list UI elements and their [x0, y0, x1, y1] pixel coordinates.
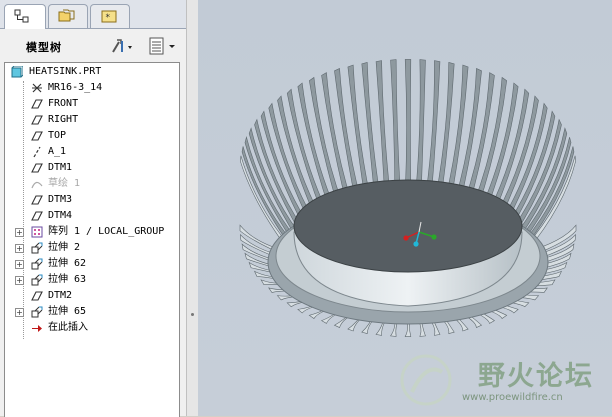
tree-item-label: 拉伸 63: [48, 274, 87, 285]
tree-item[interactable]: + 拉伸 62: [5, 256, 179, 272]
watermark-logo: [400, 354, 452, 406]
sash-grip-icon[interactable]: [191, 313, 194, 316]
datum-plane-icon: [31, 195, 43, 205]
tree-item[interactable]: DTM3: [5, 192, 179, 208]
tree-item[interactable]: MR16-3_14: [5, 80, 179, 96]
datum-plane-icon: [31, 163, 43, 173]
expand-toggle-icon[interactable]: +: [15, 276, 24, 285]
tree-item-label: 拉伸 62: [48, 258, 87, 269]
navigator-tabstrip: *: [0, 0, 186, 29]
extrude-icon: [31, 258, 43, 270]
tree-item[interactable]: DTM2: [5, 288, 179, 304]
fin: [425, 60, 441, 197]
datum-axis-icon: [33, 146, 41, 158]
list-settings-icon: [149, 37, 175, 55]
tree-item-label: FRONT: [48, 98, 79, 109]
watermark-title: 野火论坛: [478, 361, 594, 392]
datum-plane-icon: [31, 115, 43, 125]
favorites-tab[interactable]: *: [90, 4, 130, 28]
tree-root-label: HEATSINK.PRT: [29, 66, 102, 77]
fin: [404, 59, 412, 196]
fin: [375, 60, 391, 197]
panel-title: 模型树: [26, 41, 62, 54]
tree-item[interactable]: TOP: [5, 128, 179, 144]
model-tree-tab[interactable]: [4, 4, 46, 29]
tree-item[interactable]: + 阵列 1 / LOCAL_GROUP: [5, 224, 179, 240]
model-tree-icon: [14, 9, 29, 23]
tree-root-item[interactable]: HEATSINK.PRT: [5, 64, 179, 80]
expand-toggle-icon[interactable]: +: [15, 308, 24, 317]
tree-item-label: TOP: [48, 130, 67, 141]
extrude-icon: [31, 274, 43, 286]
tree-show-button[interactable]: [147, 36, 181, 56]
extrude-icon: [31, 242, 43, 254]
tree-item[interactable]: + 拉伸 2: [5, 240, 179, 256]
fin: [390, 59, 401, 196]
watermark-url: www.proewildfire.cn: [462, 392, 563, 403]
svg-text:*: *: [106, 13, 111, 23]
tree-item[interactable]: 草绘 1: [5, 176, 179, 192]
datum-plane-icon: [31, 99, 43, 109]
tree-item[interactable]: 在此插入: [5, 320, 179, 336]
tree-item[interactable]: RIGHT: [5, 112, 179, 128]
tree-item-label: 拉伸 65: [48, 306, 87, 317]
extrude-icon: [31, 306, 43, 318]
tree-item-label: 在此插入: [48, 322, 88, 333]
tree-item-label: DTM3: [48, 194, 73, 205]
tree-item[interactable]: DTM4: [5, 208, 179, 224]
datum-plane-icon: [31, 291, 43, 301]
part-icon: [11, 66, 23, 78]
csys-icon: [32, 83, 42, 93]
folder-icon: [58, 9, 75, 22]
tree-item-label: A_1: [48, 146, 67, 157]
navigator-panel: * 模型树 HEATSINK.PRT MR16-3_14 FRONT RIGHT…: [0, 0, 186, 417]
tree-item-label: 阵列 1 / LOCAL_GROUP: [48, 226, 165, 237]
folder-browser-tab[interactable]: [48, 4, 88, 28]
insert-here-arrow-icon: [32, 325, 42, 332]
pattern-icon: [31, 226, 43, 238]
fin: [415, 59, 426, 196]
tools-icon: [112, 39, 132, 53]
tree-item[interactable]: + 拉伸 63: [5, 272, 179, 288]
sketch-icon: [31, 181, 43, 189]
expand-toggle-icon[interactable]: +: [15, 228, 24, 237]
tree-item[interactable]: FRONT: [5, 96, 179, 112]
tree-item-label: RIGHT: [48, 114, 79, 125]
tree-item-label: DTM1: [48, 162, 73, 173]
heatsink-bowl-floor: [293, 179, 523, 273]
tree-item-label: DTM4: [48, 210, 73, 221]
datum-plane-icon: [31, 211, 43, 221]
tree-item[interactable]: DTM1: [5, 160, 179, 176]
tree-item-label: 草绘 1: [48, 178, 81, 189]
tree-item[interactable]: + 拉伸 65: [5, 304, 179, 320]
expand-toggle-icon[interactable]: +: [15, 244, 24, 253]
favorites-icon: *: [101, 10, 117, 23]
expand-toggle-icon[interactable]: +: [15, 260, 24, 269]
tree-settings-button[interactable]: [110, 36, 138, 56]
datum-plane-icon: [31, 131, 43, 141]
model-tree: HEATSINK.PRT MR16-3_14 FRONT RIGHT TOP A_1 DT…: [4, 62, 180, 417]
tree-item-label: MR16-3_14: [48, 82, 103, 93]
tree-item-label: 拉伸 2: [48, 242, 81, 253]
tree-item[interactable]: A_1: [5, 144, 179, 160]
tree-item-label: DTM2: [48, 290, 73, 301]
